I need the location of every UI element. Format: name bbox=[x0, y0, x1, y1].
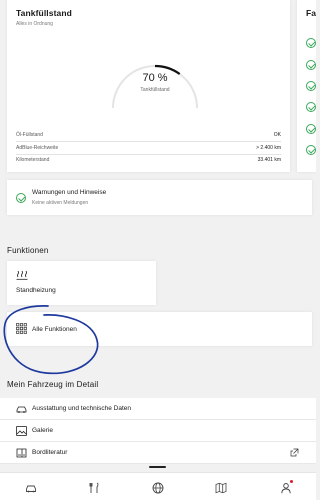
grid-icon bbox=[16, 323, 27, 334]
adblue-row: AdBlue-Reichweite > 2.400 km bbox=[16, 145, 281, 151]
tank-title: Tankfüllstand bbox=[16, 8, 72, 18]
car-icon bbox=[26, 485, 36, 493]
tab-map[interactable] bbox=[215, 481, 227, 494]
tank-status: Alles in Ordnung bbox=[16, 21, 53, 27]
check-icon bbox=[306, 60, 316, 70]
service-icon bbox=[89, 482, 99, 493]
gauge-label: Tankfüllstand bbox=[140, 87, 170, 93]
check-icon bbox=[306, 145, 316, 155]
equipment-icon bbox=[16, 406, 27, 413]
home-indicator bbox=[149, 466, 166, 468]
app-screen: Tankfüllstand Alles in Ordnung 70 % Tank… bbox=[0, 0, 316, 500]
profile-icon bbox=[281, 483, 291, 494]
row-label: AdBlue-Reichweite bbox=[16, 145, 59, 151]
side-card-title: Fa bbox=[306, 8, 316, 18]
heater-tile[interactable]: Standheizung bbox=[7, 261, 156, 305]
map-icon bbox=[215, 482, 227, 494]
list-item-manual[interactable]: Bordliteratur bbox=[0, 442, 316, 464]
warnings-status: Keine aktiven Meldungen bbox=[32, 200, 89, 206]
row-label: Kilometerstand bbox=[16, 157, 50, 163]
list-item-gallery[interactable]: Galerie bbox=[0, 420, 316, 442]
book-icon bbox=[16, 448, 27, 458]
row-value: OK bbox=[273, 132, 281, 138]
details-list: Ausstattung und technische Daten Galerie… bbox=[0, 398, 316, 464]
warnings-card[interactable]: Warnungen und Hinweise Keine aktiven Mel… bbox=[7, 180, 312, 215]
mileage-row: Kilometerstand 33.401 km bbox=[16, 157, 281, 163]
tank-card[interactable]: Tankfüllstand Alles in Ordnung 70 % Tank… bbox=[7, 0, 290, 172]
check-icon bbox=[306, 38, 316, 48]
list-item-equipment[interactable]: Ausstattung und technische Daten bbox=[0, 398, 316, 420]
bottom-tab-bar bbox=[0, 472, 316, 500]
detail-label: Galerie bbox=[32, 427, 53, 434]
gauge-value: 70 % bbox=[142, 72, 168, 84]
side-card[interactable]: Fa bbox=[297, 0, 316, 172]
tab-profile[interactable] bbox=[280, 480, 293, 494]
all-functions-label: Alle Funktionen bbox=[32, 326, 77, 333]
check-circle-icon bbox=[16, 193, 26, 203]
check-icon bbox=[306, 124, 316, 134]
check-icon bbox=[306, 81, 316, 91]
detail-label: Bordliteratur bbox=[32, 449, 68, 456]
functions-heading: Funktionen bbox=[7, 246, 49, 255]
check-icon bbox=[306, 102, 316, 112]
row-value: 33.401 km bbox=[257, 157, 281, 163]
row-label: Öl-Füllstand bbox=[16, 132, 43, 138]
tab-globe[interactable] bbox=[152, 481, 164, 494]
notification-dot bbox=[290, 480, 293, 483]
gallery-icon bbox=[16, 426, 27, 436]
detail-label: Ausstattung und technische Daten bbox=[32, 405, 132, 412]
oil-level-row: Öl-Füllstand OK bbox=[16, 132, 281, 138]
tab-service[interactable] bbox=[88, 481, 100, 493]
heater-icon bbox=[16, 270, 28, 280]
warnings-title: Warnungen und Hinweise bbox=[32, 189, 107, 196]
all-functions-button[interactable]: Alle Funktionen bbox=[7, 312, 312, 346]
heater-label: Standheizung bbox=[16, 287, 56, 294]
tab-car[interactable] bbox=[25, 481, 37, 493]
details-heading: Mein Fahrzeug im Detail bbox=[7, 380, 99, 389]
external-link-icon bbox=[290, 448, 299, 457]
globe-icon bbox=[152, 482, 164, 494]
divider bbox=[16, 141, 281, 142]
row-value: > 2.400 km bbox=[256, 145, 281, 151]
divider bbox=[16, 154, 281, 155]
